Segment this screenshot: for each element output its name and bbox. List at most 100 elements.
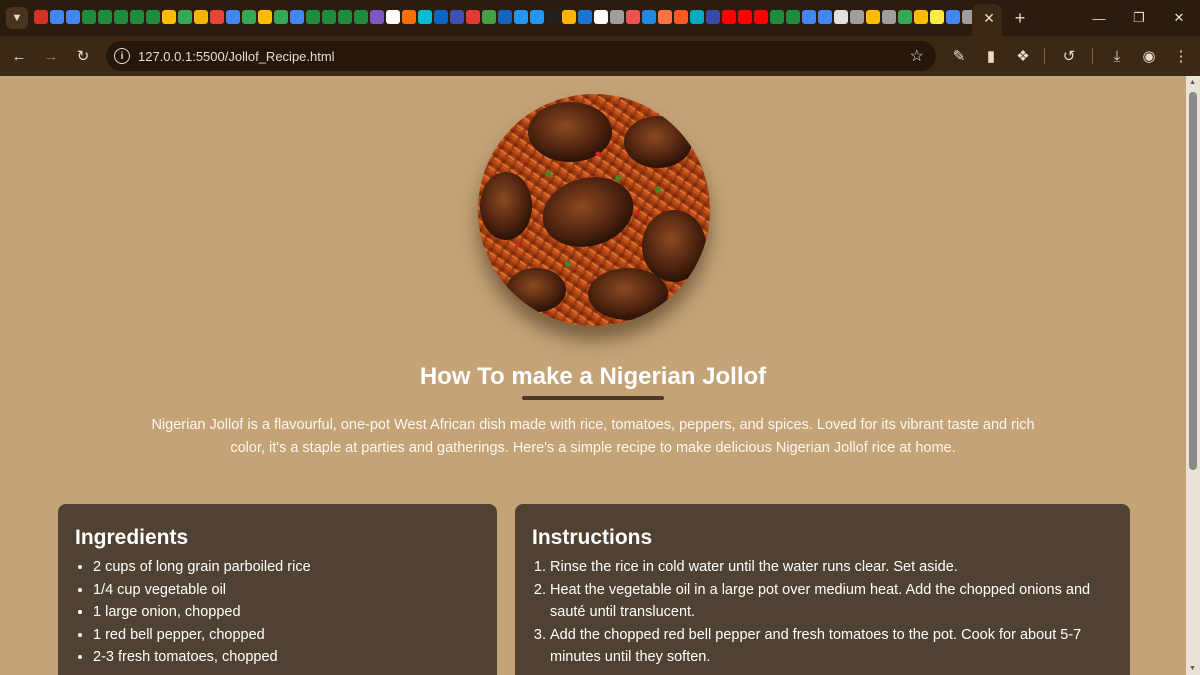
url-text[interactable]: 127.0.0.1:5500/Jollof_Recipe.html <box>138 49 335 64</box>
tab-favicon-icon[interactable] <box>82 10 96 24</box>
tab-favicon-icon[interactable] <box>130 10 144 24</box>
tab-close-button[interactable]: ✕ <box>980 9 998 27</box>
extensions-button[interactable]: ❖ <box>1012 45 1034 67</box>
tab-favicon-icon[interactable] <box>322 10 336 24</box>
puzzle-icon: ❖ <box>1016 48 1030 65</box>
tab-favicon-icon[interactable] <box>258 10 272 24</box>
browser-toolbar: ← → ↻ i 127.0.0.1:5500/Jollof_Recipe.htm… <box>0 36 1200 76</box>
tab-favicon-icon[interactable] <box>786 10 800 24</box>
tab-favicon-icon[interactable] <box>34 10 48 24</box>
tab-search-button[interactable]: ▼ <box>6 7 28 29</box>
tab-favicon-icon[interactable] <box>162 10 176 24</box>
tab-favicon-icon[interactable] <box>98 10 112 24</box>
profile-button[interactable]: ◉ <box>1138 45 1160 67</box>
tab-favicon-icon[interactable] <box>242 10 256 24</box>
tab-favicon-icon[interactable] <box>274 10 288 24</box>
tab-favicon-icon[interactable] <box>50 10 64 24</box>
forward-button[interactable]: → <box>40 45 62 67</box>
tab-favicon-icon[interactable] <box>898 10 912 24</box>
page-scrollbar[interactable]: ▲ ▼ <box>1186 76 1200 675</box>
tab-favicon-icon[interactable] <box>306 10 320 24</box>
tab-favicon-icon[interactable] <box>578 10 592 24</box>
browser-menu-button[interactable]: ⋮ <box>1170 45 1192 67</box>
tab-favicon-icon[interactable] <box>914 10 928 24</box>
tab-favicon-icon[interactable] <box>514 10 528 24</box>
site-info-icon[interactable]: i <box>114 48 130 64</box>
tab-favicon-icon[interactable] <box>402 10 416 24</box>
tab-favicon-icon[interactable] <box>706 10 720 24</box>
page-content: How To make a Nigerian Jollof Nigerian J… <box>0 76 1186 675</box>
tab-favicon-icon[interactable] <box>178 10 192 24</box>
tab-favicon-icon[interactable] <box>674 10 688 24</box>
tab-favicon-icon[interactable] <box>194 10 208 24</box>
extension-button[interactable]: ▮ <box>980 45 1002 67</box>
tab-favicon-icon[interactable] <box>146 10 160 24</box>
tab-favicon-icon[interactable] <box>770 10 784 24</box>
tab-favicon-icon[interactable] <box>434 10 448 24</box>
tab-strip: ▼ ✕ + — ❐ ✕ <box>0 0 1200 36</box>
tab-favicon-icon[interactable] <box>818 10 832 24</box>
toolbar-divider <box>1044 48 1045 64</box>
tab-favicon-icon[interactable] <box>738 10 752 24</box>
tab-favicon-icon[interactable] <box>482 10 496 24</box>
tab-favicon-icon[interactable] <box>418 10 432 24</box>
scroll-thumb[interactable] <box>1189 92 1197 470</box>
tab-favicon-icon[interactable] <box>658 10 672 24</box>
tab-favicon-icon[interactable] <box>546 10 560 24</box>
scroll-up-arrow-icon[interactable]: ▲ <box>1189 79 1196 86</box>
minimize-button[interactable]: — <box>1088 7 1110 29</box>
scroll-down-arrow-icon[interactable]: ▼ <box>1189 665 1196 672</box>
restore-button[interactable]: ❐ <box>1128 7 1150 29</box>
tab-favicon-icon[interactable] <box>66 10 80 24</box>
ingredient-item: 1 large onion, chopped <box>93 601 477 624</box>
new-tab-button[interactable]: + <box>1010 8 1030 28</box>
tab-favicon-icon[interactable] <box>354 10 368 24</box>
eyedropper-icon: ✎ <box>952 48 966 65</box>
tab-favicon-icon[interactable] <box>114 10 128 24</box>
intro-paragraph: Nigerian Jollof is a flavourful, one-pot… <box>151 417 1035 456</box>
tab-favicon-icon[interactable] <box>962 10 972 24</box>
tab-favicon-icon[interactable] <box>290 10 304 24</box>
tab-favicon-icon[interactable] <box>850 10 864 24</box>
tab-favicon-icon[interactable] <box>754 10 768 24</box>
tab-favicon-icon[interactable] <box>338 10 352 24</box>
tab-favicon-icon[interactable] <box>626 10 640 24</box>
tab-favicon-icon[interactable] <box>530 10 544 24</box>
arrow-left-icon: ← <box>11 47 27 65</box>
toolbar-divider <box>1092 48 1093 64</box>
tab-favicon-icon[interactable] <box>370 10 384 24</box>
tab-favicon-icon[interactable] <box>498 10 512 24</box>
tab-favicon-icon[interactable] <box>882 10 896 24</box>
reload-icon: ↻ <box>76 48 90 65</box>
tab-favicon-icon[interactable] <box>562 10 576 24</box>
tab-favicon-icon[interactable] <box>386 10 400 24</box>
tab-favicon-icon[interactable] <box>802 10 816 24</box>
tab-favicon-icon[interactable] <box>594 10 608 24</box>
eyedropper-button[interactable]: ✎ <box>948 45 970 67</box>
tab-favicon-icon[interactable] <box>722 10 736 24</box>
tab-favicon-icon[interactable] <box>450 10 464 24</box>
tab-favicon-icon[interactable] <box>930 10 944 24</box>
tab-favicon-icon[interactable] <box>210 10 224 24</box>
tab-favicon-icon[interactable] <box>690 10 704 24</box>
downloads-button[interactable]: ⤓ <box>1106 45 1128 67</box>
tab-favicon-icon[interactable] <box>610 10 624 24</box>
tab-favicon-icon[interactable] <box>946 10 960 24</box>
instruction-step: Heat the vegetable oil in a large pot ov… <box>550 579 1114 624</box>
bookmark-star-icon[interactable]: ☆ <box>910 46 924 66</box>
address-bar[interactable]: i 127.0.0.1:5500/Jollof_Recipe.html ☆ <box>106 41 936 71</box>
back-button[interactable]: ← <box>8 45 30 67</box>
ingredient-item: 1 red bell pepper, chopped <box>93 624 477 647</box>
reload-button[interactable]: ↻ <box>72 45 94 67</box>
close-window-button[interactable]: ✕ <box>1168 7 1190 29</box>
tab-favicon-icon[interactable] <box>642 10 656 24</box>
tab-favicon-icon[interactable] <box>866 10 880 24</box>
plus-icon: + <box>1014 7 1026 28</box>
tab-favicon-icon[interactable] <box>466 10 480 24</box>
instructions-list: Rinse the rice in cold water until the w… <box>550 556 1114 669</box>
document-icon: ▮ <box>986 48 996 65</box>
tab-favicon-icon[interactable] <box>226 10 240 24</box>
arrow-right-icon: → <box>43 47 59 65</box>
tab-favicon-icon[interactable] <box>834 10 848 24</box>
history-button[interactable]: ↺ <box>1058 45 1080 67</box>
